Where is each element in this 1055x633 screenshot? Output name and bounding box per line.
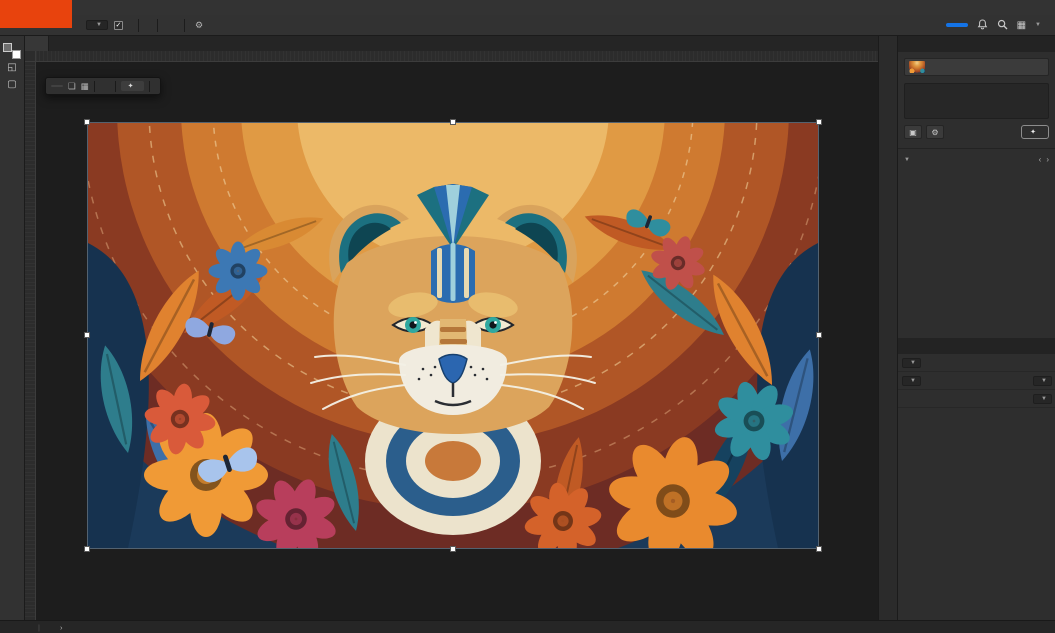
divider (184, 19, 185, 32)
search-icon[interactable] (997, 19, 1008, 32)
foreground-color-swatch[interactable] (3, 43, 12, 52)
divider (94, 81, 95, 92)
menu-bar (0, 0, 1055, 15)
transform-handle[interactable] (816, 119, 822, 125)
transform-handle[interactable] (450, 546, 456, 552)
lock-row: ▼ (898, 390, 1055, 408)
layer-filter-dropdown[interactable]: ▼ (902, 358, 921, 368)
divider (149, 81, 150, 92)
transform-handle[interactable] (84, 332, 90, 338)
transform-controls-checkbox[interactable]: ✓ (114, 21, 123, 30)
layer-type-thumbnail (909, 61, 925, 73)
vertical-ruler (25, 62, 36, 620)
taskbar-generate-button[interactable]: ✦ (121, 81, 144, 91)
next-variation-icon[interactable]: › (1046, 155, 1049, 164)
sparkle-icon: ✦ (1030, 128, 1036, 136)
properties-tab-bar (898, 36, 1055, 52)
prompt-textbox[interactable] (904, 83, 1049, 119)
options-bar: ▼ ✓ ⚙ ▦ ▼ (0, 15, 1055, 36)
chevron-down-icon: ▼ (1041, 378, 1047, 384)
divider (138, 19, 139, 32)
tools-panel: ◱ ▢ (0, 36, 25, 620)
auto-select-dropdown[interactable]: ▼ (86, 20, 108, 30)
layer-filter-row: ▼ (898, 354, 1055, 372)
generate-button[interactable]: ✦ (1021, 125, 1049, 139)
variations-header: ▼ ‹ › (904, 155, 1049, 164)
promo-banner (543, 466, 1016, 586)
generative-layer-row[interactable] (904, 58, 1049, 76)
background-color-swatch[interactable] (12, 50, 21, 59)
prompt-settings-button[interactable]: ⚙ (926, 125, 944, 139)
chevron-down-icon: ▼ (1041, 396, 1047, 402)
transform-handle[interactable] (84, 546, 90, 552)
divider (115, 81, 116, 92)
document-tab-bar (25, 36, 878, 51)
taskbar-layers-icon[interactable]: ❏ (68, 81, 76, 92)
layers-panel: ▼ ▼ ▼ ▼ (898, 338, 1055, 408)
top-right-cluster: ▦ ▼ (946, 19, 1047, 32)
color-swatches[interactable] (3, 43, 21, 59)
horizontal-ruler (25, 51, 878, 62)
fill-dropdown[interactable]: ▼ (1033, 394, 1052, 404)
status-chevron-icon[interactable]: › (60, 623, 63, 632)
taskbar-grid-icon[interactable]: ▦ (81, 81, 89, 92)
nicom-logo (0, 0, 72, 28)
divider (898, 148, 1055, 149)
transform-handle[interactable] (84, 119, 90, 125)
chevron-down-icon: ▼ (910, 378, 916, 384)
status-bar: | › (0, 620, 1055, 633)
chevron-down-icon[interactable]: ▼ (1035, 22, 1041, 28)
workspace-settings-icon[interactable]: ⚙ (194, 20, 204, 31)
divider (157, 19, 158, 32)
workspace-switcher-icon[interactable]: ▦ (1017, 20, 1026, 31)
notifications-bell-icon[interactable] (977, 19, 988, 32)
ruler-corner (25, 51, 36, 62)
photoshop-window: ▼ ✓ ⚙ ▦ ▼ ◱ ▢ (0, 0, 1055, 633)
properties-panel: ▣ ⚙ ✦ ▼ ‹ › (898, 52, 1055, 185)
transform-handle[interactable] (816, 332, 822, 338)
chevron-down-icon[interactable]: ▼ (904, 157, 910, 163)
layers-tab-bar (898, 338, 1055, 354)
document-tab[interactable] (25, 36, 49, 51)
opacity-dropdown[interactable]: ▼ (1033, 376, 1052, 386)
previous-variation-icon[interactable]: ‹ (1039, 155, 1042, 164)
chevron-down-icon: ▼ (910, 360, 916, 366)
prompt-actions: ▣ ⚙ ✦ (904, 125, 1049, 139)
reference-image-button[interactable]: ▣ (904, 125, 922, 139)
variations-controls: ‹ › (1034, 155, 1049, 164)
transform-handle[interactable] (450, 119, 456, 125)
taskbar-layer-chip[interactable] (51, 85, 63, 87)
chevron-down-icon: ▼ (96, 22, 102, 28)
quick-mask-icon[interactable]: ◱ (0, 59, 25, 76)
screen-mode-icon[interactable]: ▢ (0, 76, 25, 93)
sparkle-icon: ✦ (128, 82, 134, 90)
blend-mode-row: ▼ ▼ (898, 372, 1055, 390)
blend-mode-dropdown[interactable]: ▼ (902, 376, 921, 386)
contextual-task-bar: ❏ ▦ ✦ (45, 77, 161, 95)
divider: | (38, 623, 40, 632)
share-button[interactable] (946, 23, 968, 27)
